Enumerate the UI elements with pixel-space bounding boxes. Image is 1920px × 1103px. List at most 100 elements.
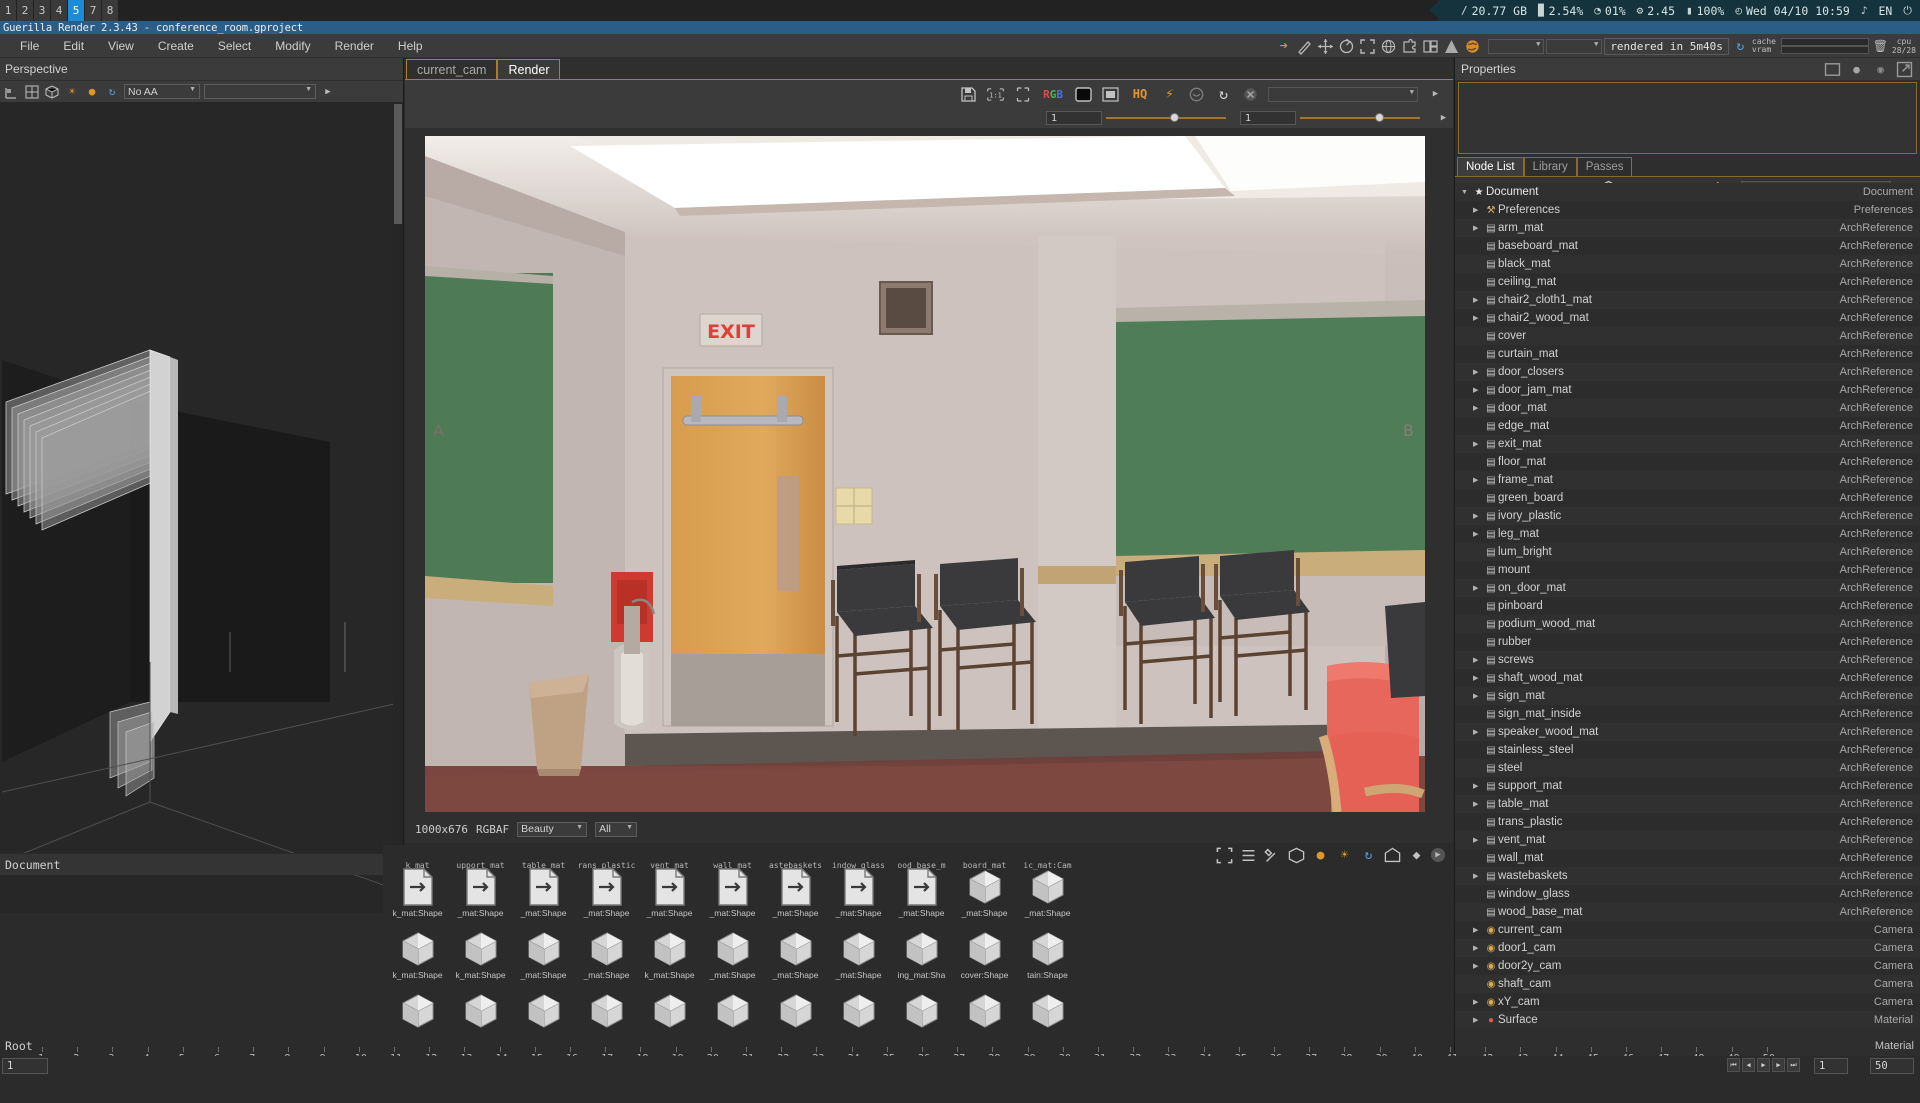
globe-icon[interactable] — [1379, 37, 1398, 56]
browser-thumbnail[interactable] — [638, 989, 701, 1051]
gauge-icon[interactable]: ◔ 01% — [1594, 4, 1625, 18]
gamma-value[interactable]: 1 — [1240, 111, 1296, 125]
menu-help[interactable]: Help — [386, 37, 435, 55]
chevron-right-icon[interactable]: ▶ — [1473, 692, 1484, 700]
one-to-one-icon[interactable]: 1:1 — [986, 85, 1005, 104]
chevron-right-icon[interactable]: ▶ — [1473, 836, 1484, 844]
render-tab-current_cam[interactable]: current_cam — [406, 59, 498, 79]
browser-thumbnail[interactable]: k_mat:Shape — [386, 865, 449, 927]
chevron-right-icon[interactable]: ▶ — [1473, 404, 1484, 412]
render-expand-icon[interactable]: ▶ — [1426, 85, 1445, 104]
chevron-right-icon[interactable]: ▶ — [1473, 224, 1484, 232]
browser-thumbnail[interactable] — [764, 989, 827, 1051]
node-row[interactable]: ▤ wood_base_mat ArchReference — [1455, 903, 1919, 921]
render-sliders[interactable]: 1 1 ▶ — [405, 108, 1453, 128]
exposure-knob[interactable] — [1170, 113, 1179, 122]
workspace-4[interactable]: 4 — [51, 0, 68, 21]
render-refresh-icon[interactable]: ↻ — [1214, 85, 1233, 104]
chevron-right-icon[interactable]: ▶ — [1473, 782, 1484, 790]
toolbar-combo-2[interactable] — [1546, 38, 1603, 54]
node-tree[interactable]: ▼ ★ Document Document ▶ ⚒ Preferences Preferenc… — [1455, 183, 1919, 1103]
node-row[interactable]: ▤ stainless_steel ArchReference — [1455, 741, 1919, 759]
chevron-right-icon[interactable]: ▶ — [1473, 512, 1484, 520]
rotate-icon[interactable] — [1337, 37, 1356, 56]
play-button[interactable]: ▶ — [1757, 1058, 1770, 1072]
menu-select[interactable]: Select — [206, 37, 263, 55]
scale-icon[interactable] — [1358, 37, 1377, 56]
aov-select[interactable]: All — [595, 821, 638, 837]
render-tabs[interactable]: current_cam Render — [405, 58, 1453, 80]
chevron-right-icon[interactable]: ▶ — [1473, 728, 1484, 736]
render-tab-Render[interactable]: Render — [497, 59, 561, 79]
browser-thumbnail[interactable] — [386, 989, 449, 1051]
node-row[interactable]: ▶ ◉ door1_cam Camera — [1455, 939, 1919, 957]
node-row[interactable]: ▤ green_board ArchReference — [1455, 489, 1919, 507]
node-row[interactable]: ▶ ▤ speaker_wood_mat ArchReference — [1455, 723, 1919, 741]
ambient-icon[interactable]: ● — [84, 84, 100, 100]
browser-thumbnail[interactable] — [449, 989, 512, 1051]
node-row[interactable]: ▤ rubber ArchReference — [1455, 633, 1919, 651]
browser-thumbnail[interactable] — [701, 989, 764, 1051]
hq-icon[interactable]: HQ — [1128, 85, 1152, 104]
browser-thumbnail[interactable]: _mat:Shape — [449, 865, 512, 927]
stop-icon[interactable] — [1241, 85, 1260, 104]
rendered-image[interactable]: EXIT A B — [425, 136, 1425, 812]
workspace-switcher[interactable]: 1234578 — [0, 0, 119, 21]
node-row[interactable]: ▤ cover ArchReference — [1455, 327, 1919, 345]
step-forward-button[interactable]: ▶ — [1772, 1058, 1785, 1072]
node-row[interactable]: ▶ ▤ door_closers ArchReference — [1455, 363, 1919, 381]
chevron-right-icon[interactable]: ▶ — [1473, 800, 1484, 808]
chevron-right-icon[interactable]: ▶ — [1473, 386, 1484, 394]
workspace-8[interactable]: 8 — [102, 0, 119, 21]
browser-thumbnail[interactable]: _mat:Shape — [827, 927, 890, 989]
workspace-2[interactable]: 2 — [17, 0, 34, 21]
antialias-select[interactable]: No AA — [124, 84, 200, 99]
nodelist-tabs[interactable]: Node List Library Passes — [1455, 157, 1920, 177]
properties-body[interactable] — [1458, 82, 1917, 154]
node-row[interactable]: ▤ floor_mat ArchReference — [1455, 453, 1919, 471]
chevron-right-icon[interactable]: ▶ — [1473, 296, 1484, 304]
pen-icon[interactable] — [1295, 37, 1314, 56]
chevron-right-icon[interactable]: ▶ — [1473, 584, 1484, 592]
progressive-icon[interactable] — [1187, 85, 1206, 104]
props-eye-icon[interactable]: ◉ — [1871, 60, 1890, 79]
browser-thumbnail[interactable] — [575, 989, 638, 1051]
cpu-icon[interactable]: ⚙ 2.45 — [1637, 4, 1675, 18]
workspace-7[interactable]: 7 — [85, 0, 102, 21]
browser-thumbnail[interactable]: _mat:Shape — [575, 927, 638, 989]
node-row[interactable]: ▤ lum_bright ArchReference — [1455, 543, 1919, 561]
node-row[interactable]: ▤ mount ArchReference — [1455, 561, 1919, 579]
browser-thumbnail[interactable]: _mat:Shape — [827, 865, 890, 927]
node-row[interactable]: ▤ black_mat ArchReference — [1455, 255, 1919, 273]
main-toolbar[interactable]: ➔ rendered in 5m40s ↻ cache vram — [1274, 34, 1920, 58]
menu-create[interactable]: Create — [146, 37, 206, 55]
node-row[interactable]: ▶ ▤ shaft_wood_mat ArchReference — [1455, 669, 1919, 687]
refresh-icon[interactable]: ↻ — [1731, 37, 1750, 56]
node-row[interactable]: ▤ curtain_mat ArchReference — [1455, 345, 1919, 363]
timeline-current-field[interactable]: 1 — [1814, 1058, 1848, 1074]
system-tray[interactable]: /20.77 GB ▉ 2.54% ◔ 01% ⚙ 2.45 ▮ 100% ◴ Wed 04/10 … — [1429, 0, 1920, 21]
node-row[interactable]: ▶ ▤ chair2_wood_mat ArchReference — [1455, 309, 1919, 327]
step-back-button[interactable]: ◀ — [1742, 1058, 1755, 1072]
browser-thumbnail[interactable] — [1016, 989, 1079, 1051]
grid-icon[interactable] — [24, 84, 40, 100]
power-icon[interactable]: ⏻ — [1903, 4, 1912, 18]
select-arrow-icon[interactable]: ➔ — [1274, 37, 1293, 56]
browser-thumbnail[interactable]: tain:Shape — [1016, 927, 1079, 989]
node-row[interactable]: ▤ trans_plastic ArchReference — [1455, 813, 1919, 831]
browser-thumbnail[interactable]: k_mat:Shape — [638, 927, 701, 989]
node-row[interactable]: ▶ ▤ frame_mat ArchReference — [1455, 471, 1919, 489]
menu-render[interactable]: Render — [323, 37, 386, 55]
battery-icon[interactable]: ▮ 100% — [1686, 4, 1724, 18]
chevron-right-icon[interactable]: ▶ — [1473, 998, 1484, 1006]
browser-thumbnail[interactable] — [953, 989, 1016, 1051]
cube-icon[interactable] — [44, 84, 60, 100]
skip-start-button[interactable]: ⏮ — [1727, 1058, 1740, 1072]
render-toolbar[interactable]: 1:1 RGB HQ ⚡ ↻ ▶ — [405, 80, 1453, 108]
chevron-right-icon[interactable]: ▶ — [1473, 962, 1484, 970]
menu-modify[interactable]: Modify — [263, 37, 322, 55]
browser-thumbnail[interactable] — [827, 989, 890, 1051]
node-row[interactable]: ▶ ▤ ivory_plastic ArchReference — [1455, 507, 1919, 525]
gamma-track[interactable] — [1300, 113, 1420, 122]
layer-select[interactable]: Beauty — [517, 821, 588, 837]
